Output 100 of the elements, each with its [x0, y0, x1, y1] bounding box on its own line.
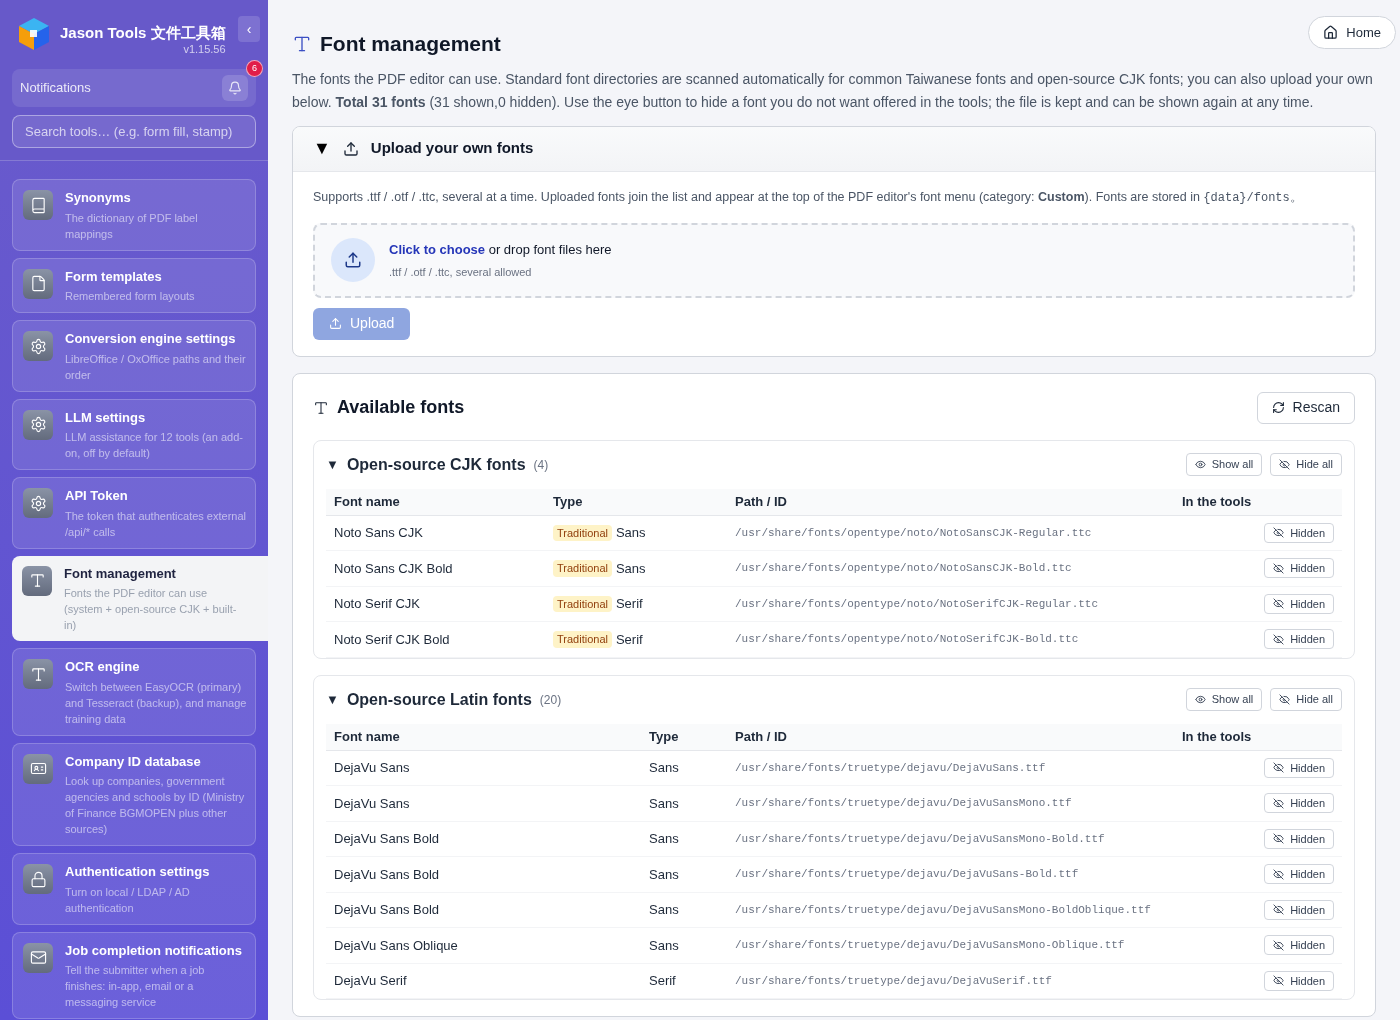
sidebar-item-description: The dictionary of PDF label mappings	[65, 210, 199, 242]
font-name-cell-text: Noto Serif CJK Bold	[334, 630, 451, 649]
path-cell-text: /usr/share/fonts/truetype/dejavu/DejaVuSansMono-Bold.ttf	[735, 831, 1106, 847]
mail-icon	[23, 942, 53, 973]
upload-card-header[interactable]: ▼ Upload your own fonts	[293, 126, 1375, 172]
eye-off-icon	[1273, 868, 1285, 880]
visibility-toggle-button[interactable]: Hidden	[1264, 970, 1334, 991]
sidebar-item-title: Font management	[64, 564, 177, 583]
font-name-cell-text: Noto Sans CJK	[334, 524, 424, 542]
sidebar-item[interactable]: API Token The token that authenticates external /api/* calls	[12, 477, 256, 549]
upload-icon	[329, 317, 342, 330]
bell-icon	[228, 81, 242, 95]
show-all-button[interactable]: Show all	[1185, 688, 1263, 711]
column-header: Path / ID	[735, 727, 788, 746]
sidebar-item[interactable]: Authentication settings Turn on local / LDAP / AD authentication	[12, 853, 256, 925]
sidebar-item[interactable]: Font management Fonts the PDF editor can use (system + open-source CJK + built-in)	[12, 555, 268, 641]
font-name-cell-text: DejaVu Sans Oblique	[334, 936, 459, 955]
sidebar-item-title: Company ID database	[65, 752, 202, 771]
sidebar-item-title: Synonyms	[65, 189, 132, 207]
document-icon	[23, 268, 53, 299]
sidebar-item[interactable]: Conversion engine settings LibreOffice / OxOffice paths and their order	[12, 320, 256, 392]
lock-icon	[23, 864, 53, 894]
sidebar-item-description: The token that authenticates external /api/* calls	[65, 508, 247, 540]
path-cell-text: /usr/share/fonts/truetype/dejavu/DejaVuSans-Bold.ttf	[735, 867, 1080, 882]
path-cell-text: /usr/share/fonts/opentype/noto/NotoSansCJK-Bold.ttc	[735, 561, 1073, 576]
show-all-button[interactable]: Show all	[1185, 453, 1263, 476]
visibility-toggle-button[interactable]: Hidden	[1264, 522, 1334, 543]
column-header: Font name	[334, 492, 401, 511]
hide-all-button[interactable]: Hide all	[1270, 688, 1342, 711]
eye-off-icon	[1273, 562, 1285, 574]
eye-off-icon	[1273, 797, 1285, 809]
visibility-toggle-button[interactable]: Hidden	[1264, 793, 1334, 814]
visibility-toggle-button[interactable]: Hidden	[1264, 593, 1334, 614]
drop-zone-hint: .ttf / .otf / .ttc, several allowed	[389, 264, 533, 280]
column-header: In the tools	[1182, 492, 1253, 511]
collapse-toggle[interactable]: ▼	[326, 454, 339, 475]
collapse-toggle[interactable]: ▼	[326, 689, 339, 710]
notification-bell-button[interactable]	[222, 75, 248, 101]
column-header: Type	[553, 492, 584, 511]
type-tag: Traditional	[553, 595, 612, 612]
collapse-toggle[interactable]: ▼	[313, 135, 331, 162]
sidebar-item[interactable]: Form templates Remembered form layouts	[12, 257, 256, 313]
visibility-toggle-button[interactable]: Hidden	[1264, 899, 1334, 920]
sidebar-item-description: Turn on local / LDAP / AD authentication	[65, 884, 191, 916]
eye-off-icon	[1273, 975, 1285, 987]
font-name-cell-text: Noto Sans CJK Bold	[334, 559, 454, 578]
column-header: In the tools	[1182, 727, 1253, 746]
eye-off-icon	[1273, 904, 1285, 916]
type-cell-text: Sans	[649, 794, 679, 813]
eye-off-icon	[1273, 633, 1285, 645]
sidebar-item[interactable]: Company ID database Look up companies, government agencies and schools by ID (Ministry of Finance BGMOPEN plus other sources)	[12, 742, 256, 846]
type-cell-text: Sans	[615, 559, 646, 578]
eye-icon	[1194, 694, 1206, 705]
column-header: Font name	[334, 727, 401, 746]
intro-text: The fonts the PDF editor can use. Standard font directories are scanned automatically for common Taiwanese fonts and open-source CJK fonts; you can also upload your own below. Total 31 fonts (31 shown,0 hidden). Use the eye button to hide a font you do not want offered in the tools; the file is kept and can be shown again at any time.	[292, 69, 1374, 112]
font-name-cell-text: DejaVu Sans Bold	[334, 830, 441, 848]
eye-off-icon	[1279, 459, 1291, 470]
type-cell-text: Serif	[649, 972, 676, 990]
eye-icon	[1194, 459, 1206, 470]
type-cell-text: Sans	[649, 759, 679, 777]
home-button[interactable]: Home	[1308, 16, 1396, 49]
path-cell-text: /usr/share/fonts/truetype/dejavu/DejaVuSerif.ttf	[735, 973, 1053, 989]
settings-icon	[23, 409, 53, 440]
font-name-cell-text: DejaVu Sans	[334, 794, 411, 813]
collapse-button[interactable]: ‹	[238, 16, 260, 42]
font-name-cell-text: DejaVu Serif	[334, 972, 408, 990]
visibility-toggle-button[interactable]: Hidden	[1264, 864, 1334, 885]
font-name-cell-text: DejaVu Sans Bold	[334, 865, 441, 884]
sidebar-item-title: OCR engine	[65, 658, 141, 676]
sidebar-item[interactable]: LLM settings LLM assistance for 12 tools (an add-on, off by default)	[12, 398, 256, 470]
visibility-toggle-button[interactable]: Hidden	[1264, 828, 1334, 849]
rescan-button[interactable]: Rescan	[1256, 391, 1355, 424]
type-icon	[23, 659, 53, 689]
column-header: Type	[649, 727, 680, 746]
sidebar-item-description: Fonts the PDF editor can use (system + open-source CJK + built-in)	[64, 586, 238, 633]
sidebar-item-description: Look up companies, government agencies and schools by ID (Ministry of Finance BGMOPEN plus other sources)	[65, 774, 246, 837]
sidebar-item-description: Tell the submitter when a job finishes: in-app, email or a messaging service	[65, 963, 206, 1010]
drop-zone[interactable]: Click to choose or drop font files here .ttf / .otf / .ttc, several allowed	[313, 222, 1355, 298]
visibility-toggle-button[interactable]: Hidden	[1264, 629, 1334, 650]
sidebar-item[interactable]: OCR engine Switch between EasyOCR (primary) and Tesseract (backup), and manage training data	[12, 648, 256, 736]
sidebar-item-title: Form templates	[65, 267, 163, 286]
drop-zone-text: Click to choose or drop font files here	[389, 241, 612, 259]
hide-all-button[interactable]: Hide all	[1270, 453, 1342, 476]
type-cell-text: Sans	[649, 936, 679, 955]
type-tag: Traditional	[553, 631, 612, 648]
settings-icon	[23, 488, 53, 518]
refresh-icon	[1271, 401, 1285, 414]
type-tag: Traditional	[553, 560, 612, 577]
sidebar-item-description: LibreOffice / OxOffice paths and their order	[65, 351, 247, 383]
eye-off-icon	[1279, 694, 1291, 705]
upload-icon	[331, 238, 375, 282]
visibility-toggle-button[interactable]: Hidden	[1264, 558, 1334, 579]
eye-off-icon	[1273, 527, 1285, 539]
type-cell-text: Serif	[615, 595, 643, 613]
path-cell-text: /usr/share/fonts/opentype/noto/NotoSerifCJK-Bold.ttc	[735, 632, 1080, 647]
sidebar-item[interactable]: Job completion notifications Tell the submitter when a job finishes: in-app, email or a messaging service	[12, 931, 256, 1019]
group-count: (20)	[539, 691, 562, 709]
sidebar-item[interactable]: Synonyms The dictionary of PDF label mappings	[12, 179, 256, 251]
visibility-toggle-button[interactable]: Hidden	[1264, 935, 1334, 956]
visibility-toggle-button[interactable]: Hidden	[1264, 757, 1334, 778]
